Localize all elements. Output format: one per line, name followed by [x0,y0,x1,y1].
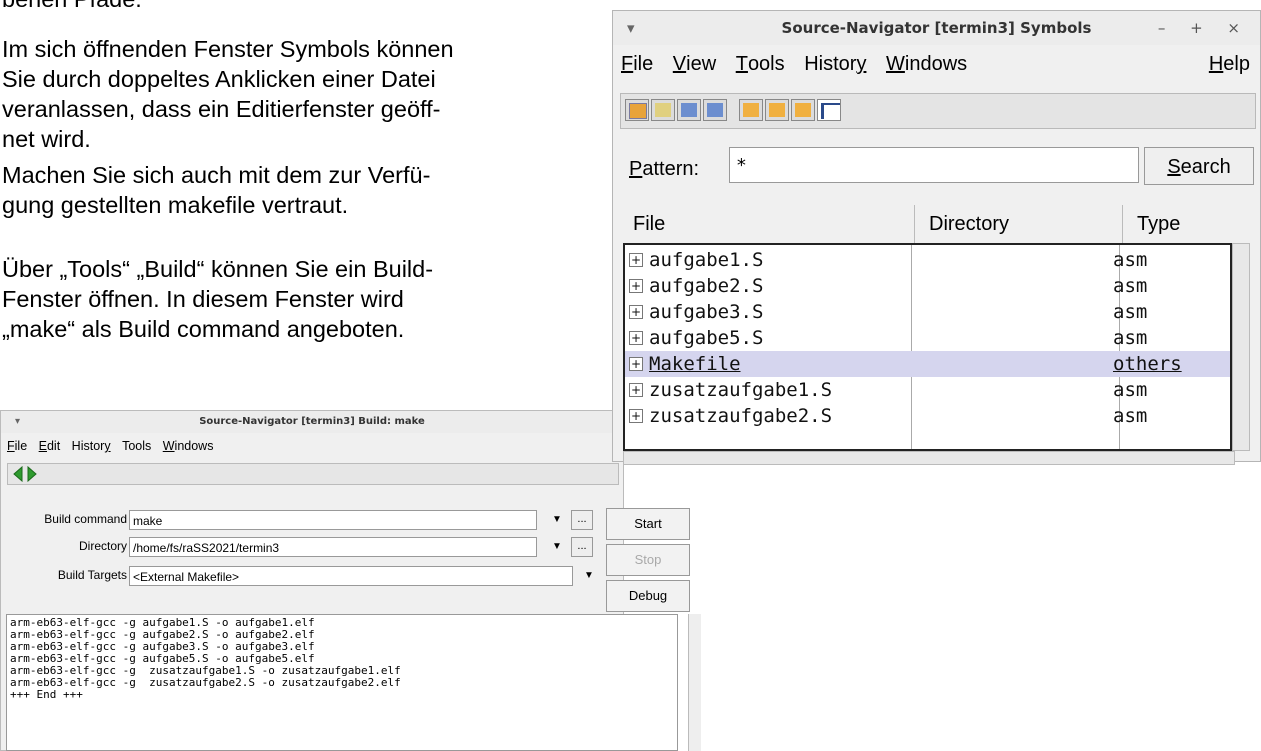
doc-fragment: benen Pfade. [2,0,612,14]
pattern-input[interactable]: * [729,147,1139,183]
file-type: asm [1113,249,1148,271]
menu-tools[interactable]: Tools [736,45,785,83]
doc-paragraph-3: Über „Tools“ „Build“ können Sie ein Buil… [2,256,434,342]
file-name: aufgabe3.S [649,301,764,323]
build-command-browse-button[interactable]: ... [571,510,593,530]
menu-help[interactable]: Help [1209,45,1250,83]
menu-history[interactable]: History [804,45,866,83]
toolbar-button-3[interactable] [677,99,701,121]
toolbar-button-4[interactable] [703,99,727,121]
symbols-menubar: File View Tools History Windows Help [613,45,1260,83]
menu-view[interactable]: View [673,45,716,83]
toolbar-button-7[interactable] [791,99,815,121]
toolbar-button-2[interactable] [651,99,675,121]
build-output-log[interactable]: arm-eb63-elf-gcc -g aufgabe1.S -o aufgab… [6,614,678,751]
build-toolbar [7,463,619,485]
file-name: aufgabe1.S [649,249,764,271]
expand-icon[interactable]: + [629,279,643,293]
file-type: asm [1113,379,1148,401]
toolbar-button-6[interactable] [765,99,789,121]
toolbar-button-1[interactable] [625,99,649,121]
triangle-down-icon[interactable]: ▼ [549,510,565,530]
window-menu-icon[interactable]: ▾ [15,411,20,433]
symbols-titlebar[interactable]: ▾ Source-Navigator [termin3] Symbols – +… [613,11,1260,45]
symbols-window: ▾ Source-Navigator [termin3] Symbols – +… [612,10,1261,465]
window-controls[interactable]: – + × [1158,11,1250,45]
expand-icon[interactable]: + [629,331,643,345]
file-type: asm [1113,301,1148,323]
list-item-selected[interactable]: + Makefile others [625,351,1230,377]
build-menu-tools[interactable]: Tools [122,433,151,459]
file-type: asm [1113,275,1148,297]
file-name: aufgabe2.S [649,275,764,297]
expand-icon[interactable]: + [629,409,643,423]
file-name: Makefile [649,353,741,375]
pattern-label: Pattern: [629,158,700,180]
symbols-horizontal-scrollbar[interactable] [623,451,1235,465]
triangle-down-icon[interactable]: ▼ [549,537,565,557]
list-item[interactable]: + aufgabe3.S asm [625,299,1230,325]
expand-icon[interactable]: + [629,253,643,267]
expand-icon[interactable]: + [629,357,643,371]
build-output-scrollbar[interactable] [688,614,701,751]
triangle-down-icon[interactable]: ▼ [581,566,597,586]
build-menu-file[interactable]: File [7,433,27,459]
symbols-window-title: Source-Navigator [termin3] Symbols [781,19,1092,37]
build-command-label: Build command [44,512,127,526]
column-header-file[interactable]: File [619,205,915,243]
list-item[interactable]: + aufgabe1.S asm [625,247,1230,273]
file-name: aufgabe5.S [649,327,764,349]
build-menu-edit[interactable]: Edit [39,433,61,459]
back-arrow-icon[interactable] [12,466,24,482]
expand-icon[interactable]: + [629,305,643,319]
list-item[interactable]: + aufgabe5.S asm [625,325,1230,351]
column-header-directory[interactable]: Directory [915,205,1123,243]
file-type: asm [1113,327,1148,349]
stop-button[interactable]: Stop [606,544,690,576]
directory-browse-button[interactable]: ... [571,537,593,557]
list-item[interactable]: + zusatzaufgabe2.S asm [625,403,1230,429]
build-menu-windows[interactable]: Windows [163,433,214,459]
toolbar-button-8[interactable] [817,99,841,121]
build-command-input[interactable]: make [129,510,537,530]
file-name: zusatzaufgabe2.S [649,405,833,427]
directory-input[interactable]: /home/fs/raSS2021/termin3 [129,537,537,557]
file-name: zusatzaufgabe1.S [649,379,833,401]
window-menu-icon[interactable]: ▾ [627,11,635,45]
doc-paragraph-1: Im sich öffnenden Fenster Symbols können… [2,36,454,152]
build-titlebar[interactable]: ▾ Source-Navigator [termin3] Build: make [1,411,623,433]
search-button[interactable]: Search [1144,147,1254,185]
toolbar-button-5[interactable] [739,99,763,121]
start-button[interactable]: Start [606,508,690,540]
list-item[interactable]: + zusatzaufgabe1.S asm [625,377,1230,403]
build-targets-label: Build Targets [57,568,127,582]
list-item[interactable]: + aufgabe2.S asm [625,273,1230,299]
directory-label: Directory [78,539,127,553]
menu-windows[interactable]: Windows [886,45,967,83]
build-window-title: Source-Navigator [termin3] Build: make [199,416,425,427]
column-header-type[interactable]: Type [1123,205,1247,243]
file-type: others [1113,353,1182,375]
forward-arrow-icon[interactable] [26,466,38,482]
doc-paragraph-2: Machen Sie sich auch mit dem zur Verfü- … [2,162,431,218]
menu-file[interactable]: File [621,45,653,83]
symbols-vertical-scrollbar[interactable] [1232,243,1250,451]
symbols-list: + aufgabe1.S asm + aufgabe2.S asm + aufg… [623,243,1232,451]
build-menu-history[interactable]: History [72,433,111,459]
symbols-toolbar [620,93,1256,129]
build-targets-input[interactable]: <External Makefile> [129,566,573,586]
expand-icon[interactable]: + [629,383,643,397]
file-type: asm [1113,405,1148,427]
debug-button[interactable]: Debug [606,580,690,612]
build-menubar: File Edit History Tools Windows [1,433,623,459]
